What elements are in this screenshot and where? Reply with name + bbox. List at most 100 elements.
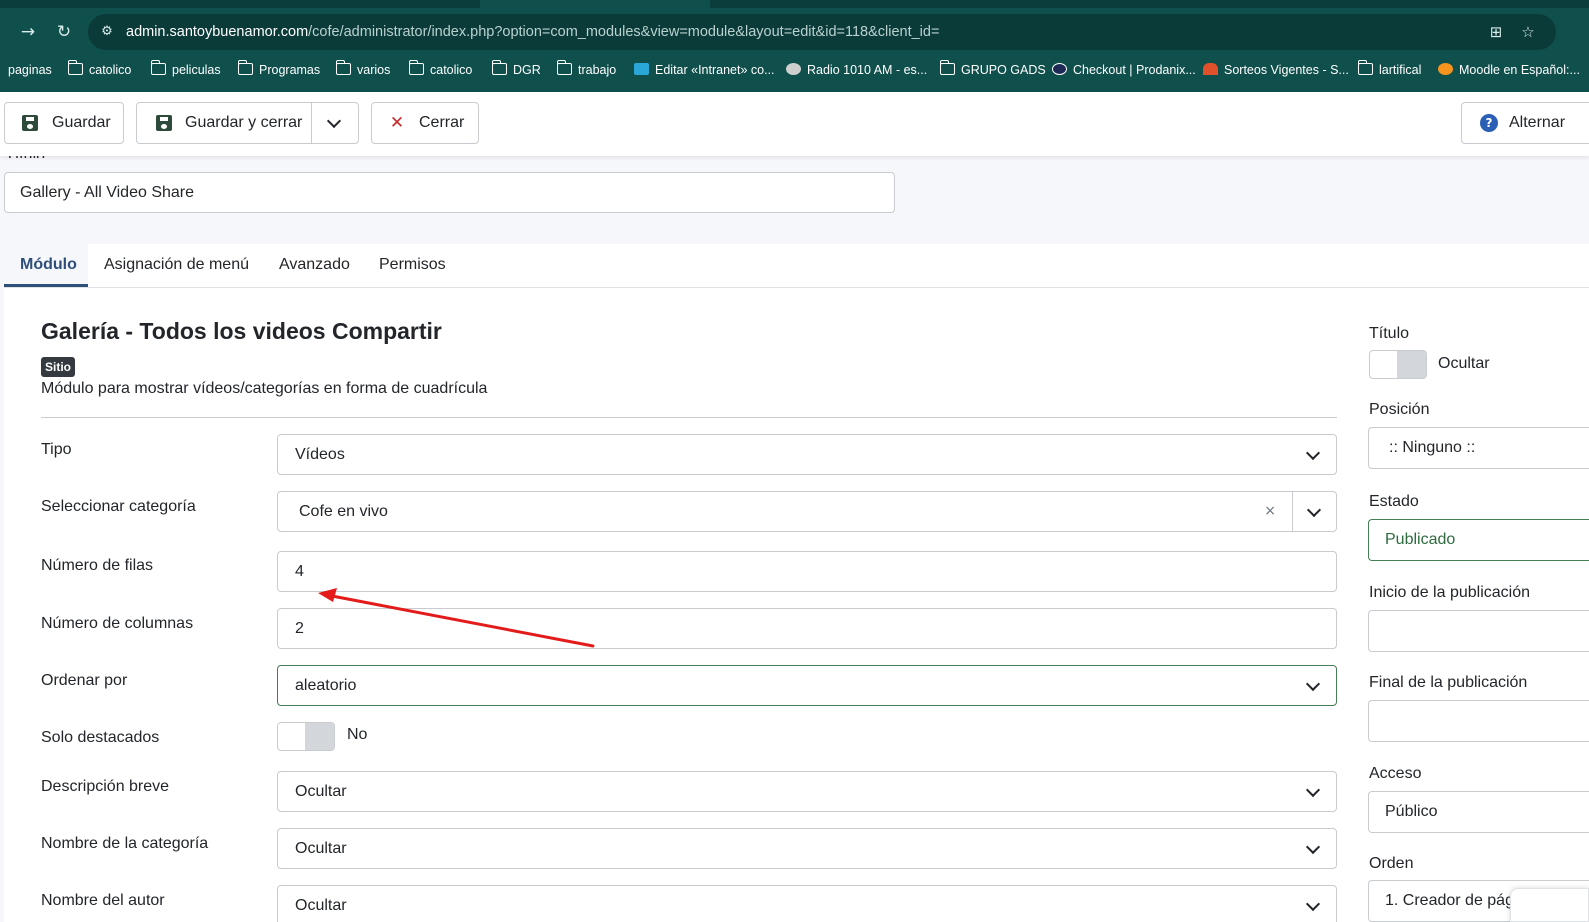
bookmark-item[interactable]: trabajo <box>556 60 616 80</box>
chevron-down-icon <box>1292 435 1336 474</box>
close-button[interactable]: ✕ Cerrar <box>371 102 479 144</box>
star-icon[interactable]: ☆ <box>1518 22 1538 42</box>
floating-widget[interactable] <box>1510 888 1589 922</box>
site-badge: Sitio <box>41 357 75 377</box>
tab-permisos[interactable]: Permisos <box>363 244 462 287</box>
inicio-publicacion-input[interactable] <box>1368 610 1589 652</box>
chevron-down-icon <box>1292 666 1336 705</box>
final-publicacion-label: Final de la publicación <box>1369 674 1528 691</box>
bookmark-item[interactable]: Editar «Intranet» co... <box>634 60 775 80</box>
clear-selection-icon[interactable]: × <box>1264 492 1276 531</box>
module-description: Módulo para mostrar vídeos/categorías en… <box>41 380 488 397</box>
tab-modulo[interactable]: Módulo <box>4 244 88 287</box>
nombre-categoria-select[interactable]: Ocultar <box>277 828 1337 869</box>
chevron-down-icon <box>1292 492 1336 531</box>
final-publicacion-input[interactable] <box>1368 700 1589 742</box>
tipo-label: Tipo <box>41 441 72 458</box>
descripcion-select[interactable]: Ocultar <box>277 771 1337 812</box>
bookmark-item[interactable]: paginas <box>8 60 52 80</box>
estado-select[interactable]: Publicado <box>1368 519 1589 561</box>
folder-icon <box>150 60 166 75</box>
columnas-input[interactable]: 2 <box>277 608 1337 649</box>
autor-select[interactable]: Ocultar <box>277 885 1337 922</box>
columnas-label: Número de columnas <box>41 615 194 632</box>
bookmark-item[interactable]: lartifical <box>1357 60 1421 80</box>
forward-icon[interactable]: → <box>16 20 40 44</box>
folder-icon <box>335 60 351 75</box>
bookmark-item[interactable]: catolico <box>408 60 472 80</box>
bookmark-item[interactable]: Programas <box>237 60 320 80</box>
save-close-button[interactable]: Guardar y cerrar <box>137 103 311 143</box>
folder-icon <box>408 60 424 75</box>
radio-favicon <box>786 63 801 75</box>
categoria-label: Seleccionar categoría <box>41 498 196 515</box>
module-toolbar: Guardar Guardar y cerrar ✕ Cerrar ? Alte… <box>0 92 1589 156</box>
ordenar-select[interactable]: aleatorio <box>277 665 1337 706</box>
destacados-value: No <box>347 726 368 743</box>
url-text[interactable]: admin.santoybuenamor.com/cofe/administra… <box>126 24 939 40</box>
chevron-down-icon <box>1292 772 1336 811</box>
toggle-button[interactable]: ? Alternar <box>1461 102 1589 144</box>
inicio-publicacion-label: Inicio de la publicación <box>1369 584 1530 601</box>
save-icon <box>22 115 38 131</box>
posicion-select[interactable]: :: Ninguno :: <box>1368 427 1589 469</box>
categoria-select[interactable]: Cofe en vivo × <box>277 491 1337 532</box>
folder-icon <box>939 60 955 75</box>
browser-chrome: → ↻ ⚙ admin.santoybuenamor.com/cofe/admi… <box>0 0 1589 92</box>
folder-icon <box>237 60 253 75</box>
active-browser-tab[interactable] <box>480 0 710 8</box>
save-options-chevron-down-icon[interactable] <box>313 103 359 142</box>
moodle-favicon <box>1438 63 1453 75</box>
autor-label: Nombre del autor <box>41 892 165 909</box>
bookmark-item[interactable]: GRUPO GADS <box>939 60 1046 80</box>
chevron-down-icon <box>1292 886 1336 922</box>
sorteos-favicon <box>1203 63 1218 75</box>
address-row: → ↻ ⚙ admin.santoybuenamor.com/cofe/admi… <box>0 12 1589 52</box>
toggle-knob <box>1397 351 1426 378</box>
titulo-toggle[interactable] <box>1369 350 1427 379</box>
filas-label: Número de filas <box>41 557 154 574</box>
translate-icon[interactable]: ⊞ <box>1486 22 1506 42</box>
nombre-categoria-label: Nombre de la categoría <box>41 835 209 852</box>
bookmarks-bar: paginas catolico peliculas Programas var… <box>0 56 1589 84</box>
tab-strip <box>0 0 1589 8</box>
folder-icon <box>556 60 572 75</box>
titulo-toggle-text: Ocultar <box>1438 355 1490 372</box>
intranet-favicon <box>634 63 649 75</box>
module-title: Galería - Todos los videos Compartir <box>41 318 442 344</box>
save-close-button-group: Guardar y cerrar <box>136 102 359 144</box>
bookmark-item[interactable]: Checkout | Prodanix... <box>1052 60 1196 80</box>
site-info-icon[interactable]: ⚙ <box>98 23 116 41</box>
toggle-knob <box>305 723 334 750</box>
tab-avanzado[interactable]: Avanzado <box>263 244 366 287</box>
descripcion-label: Descripción breve <box>41 778 170 795</box>
estado-label: Estado <box>1369 493 1419 510</box>
checkout-favicon <box>1052 63 1067 75</box>
help-icon: ? <box>1480 114 1498 132</box>
acceso-select[interactable]: Público <box>1368 791 1589 833</box>
reload-icon[interactable]: ↻ <box>52 20 76 44</box>
button-divider <box>311 103 312 143</box>
filas-input[interactable]: 4 <box>277 551 1337 592</box>
destacados-toggle[interactable] <box>277 722 335 751</box>
bookmark-item[interactable]: Radio 1010 AM - es... <box>786 60 927 80</box>
address-bar[interactable]: ⚙ admin.santoybuenamor.com/cofe/administ… <box>88 14 1556 50</box>
acceso-label: Acceso <box>1369 765 1422 782</box>
chevron-down-icon <box>1292 829 1336 868</box>
bookmark-item[interactable]: peliculas <box>150 60 221 80</box>
folder-icon <box>1357 60 1373 75</box>
tipo-select[interactable]: Vídeos <box>277 434 1337 475</box>
title-input[interactable]: Gallery - All Video Share <box>4 172 895 213</box>
save-button[interactable]: Guardar <box>4 102 124 144</box>
bookmark-item[interactable]: Sorteos Vigentes - S... <box>1203 60 1349 80</box>
tab-bar: Módulo Asignación de menú Avanzado Permi… <box>4 244 1589 288</box>
bookmark-item[interactable]: catolico <box>67 60 131 80</box>
bookmark-item[interactable]: Moodle en Español:... <box>1438 60 1580 80</box>
bookmark-item[interactable]: varios <box>335 60 390 80</box>
orden-label: Orden <box>1369 855 1414 872</box>
sidebar-titulo-label: Título <box>1369 325 1410 342</box>
bookmark-item[interactable]: DGR <box>491 60 541 80</box>
close-icon: ✕ <box>389 113 405 133</box>
divider <box>41 417 1337 418</box>
tab-asignacion-menu[interactable]: Asignación de menú <box>88 244 265 287</box>
